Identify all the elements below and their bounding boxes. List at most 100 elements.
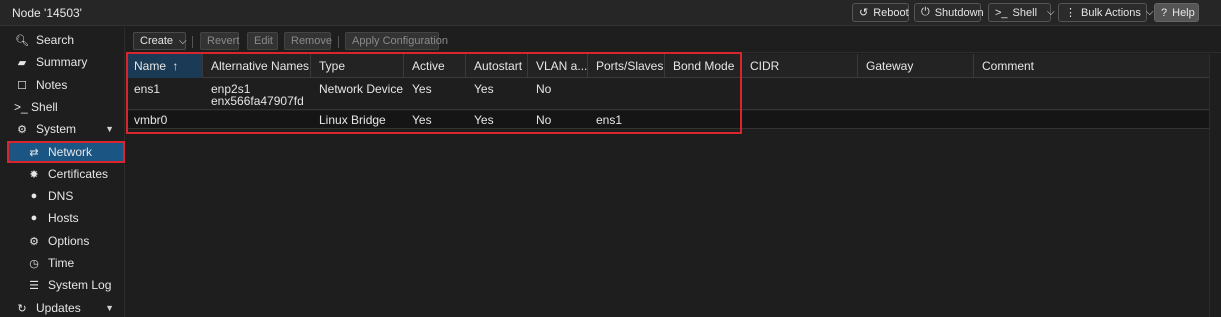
remove-button[interactable]: Remove: [284, 32, 332, 50]
sidebar-item-label: System Log: [48, 278, 112, 292]
sidebar-item-system-log[interactable]: ☰ System Log: [8, 275, 124, 295]
cell-type: Network Device: [319, 82, 404, 96]
toolbar-separator: [338, 36, 339, 48]
shutdown-label: Shutdown: [934, 6, 984, 19]
revert-button[interactable]: Revert: [200, 32, 239, 50]
sidebar-item-options[interactable]: ⚙ Options: [8, 231, 124, 251]
apply-configuration-button[interactable]: Apply Configuration: [345, 32, 448, 50]
sidebar-item-label: DNS: [48, 189, 74, 203]
table-row[interactable]: ens1 enp2s1 enx566fa47907fd Network Devi…: [126, 79, 1209, 110]
bulk-actions-button[interactable]: ⋮ Bulk Actions ⌵: [1058, 3, 1154, 22]
cell-autostart: Yes: [474, 113, 494, 127]
cell-autostart: Yes: [474, 82, 494, 96]
kebab-icon: ⋮: [1065, 7, 1076, 19]
reboot-label: Reboot: [873, 6, 909, 19]
sidebar-item-label: Network: [48, 145, 93, 159]
cell-vlan-aware: No: [536, 113, 552, 127]
create-label: Create: [140, 35, 174, 47]
sidebar-item-label: Options: [48, 234, 90, 248]
caret-down-icon[interactable]: ▼: [105, 303, 114, 313]
edit-label: Edit: [254, 35, 273, 47]
shell-button[interactable]: >_ Shell ⌵: [988, 3, 1055, 22]
column-header-ports-slaves[interactable]: Ports/Slaves: [588, 54, 665, 78]
vertical-scrollbar[interactable]: [1209, 54, 1221, 317]
top-bar: Node '14503' ↺ Reboot ⏻ Shutdown >_ Shel…: [0, 0, 1221, 26]
chevron-down-icon: ⌵: [1145, 7, 1154, 18]
cell-type: Linux Bridge: [319, 113, 386, 127]
reboot-icon: ↺: [859, 7, 869, 19]
column-header-vlan-aware[interactable]: VLAN a...: [528, 54, 588, 78]
sidebar-item-shell[interactable]: >_ Shell: [8, 97, 124, 117]
sidebar-item-label: Time: [48, 256, 75, 270]
refresh-icon: ↻: [17, 302, 27, 315]
sidebar-item-time[interactable]: ◷ Time: [8, 253, 124, 273]
edit-button[interactable]: Edit: [247, 32, 278, 50]
alt-name: enx566fa47907fd: [211, 94, 304, 108]
sort-ascending-icon: ↑: [172, 59, 179, 73]
sidebar-item-label: Summary: [36, 55, 88, 69]
cell-ports-slaves: ens1: [596, 113, 623, 127]
toolbar-separator: [192, 36, 193, 48]
question-icon: ?: [1161, 6, 1168, 19]
revert-label: Revert: [207, 35, 240, 47]
note-icon: ☐: [17, 79, 27, 92]
create-button[interactable]: Create ⌵: [133, 32, 187, 50]
column-header-alternative-names[interactable]: Alternative Names: [203, 54, 311, 78]
apply-configuration-label: Apply Configuration: [352, 35, 449, 47]
sidebar-item-label: System: [36, 122, 77, 136]
column-header-name[interactable]: Name ↑: [126, 54, 203, 78]
list-icon: ☰: [29, 279, 39, 292]
exchange-icon: ⇄: [29, 146, 39, 159]
shutdown-button[interactable]: ⏻ Shutdown: [914, 3, 984, 22]
sidebar: 🔍︎ Search ▰ Summary ☐ Notes >_ Shell ⚙ S…: [0, 27, 125, 317]
column-header-cidr[interactable]: CIDR: [742, 54, 858, 78]
reboot-button[interactable]: ↺ Reboot: [852, 3, 909, 22]
network-toolbar: Create ⌵ Revert Edit Remove Apply Config…: [126, 27, 1221, 53]
clock-icon: ◷: [29, 257, 39, 270]
book-icon: ▰: [17, 56, 27, 69]
sidebar-item-label: Search: [36, 33, 75, 47]
cell-name: ens1: [134, 82, 161, 96]
sidebar-item-hosts[interactable]: ● Hosts: [8, 208, 124, 228]
cell-active: Yes: [412, 113, 432, 127]
chevron-down-icon: ⌵: [179, 35, 187, 47]
cell-alternative-names: enp2s1 enx566fa47907fd: [203, 83, 304, 107]
sidebar-item-label: Certificates: [48, 167, 109, 181]
sidebar-item-notes[interactable]: ☐ Notes: [8, 75, 124, 95]
sidebar-item-label: >_ Shell: [14, 100, 58, 114]
cogs-icon: ⚙: [17, 123, 27, 136]
network-grid: Name ↑ Alternative Names Type Active Aut…: [126, 54, 1209, 317]
column-header-gateway[interactable]: Gateway: [858, 54, 974, 78]
remove-label: Remove: [291, 35, 332, 47]
cell-name: vmbr0: [134, 113, 168, 127]
column-header-comment[interactable]: Comment: [974, 54, 1209, 78]
column-header-type[interactable]: Type: [311, 54, 404, 78]
sidebar-item-search[interactable]: 🔍︎ Search: [8, 30, 124, 50]
column-header-autostart[interactable]: Autostart: [466, 54, 528, 78]
sidebar-item-network[interactable]: ⇄ Network: [7, 141, 125, 163]
bulk-actions-label: Bulk Actions: [1081, 6, 1141, 19]
sidebar-item-certificates[interactable]: ✸ Certificates: [8, 164, 124, 184]
sidebar-item-summary[interactable]: ▰ Summary: [8, 52, 124, 72]
certificate-icon: ✸: [29, 168, 39, 181]
terminal-icon: >_: [995, 6, 1008, 19]
sidebar-item-label: Notes: [36, 78, 68, 92]
globe-icon: ●: [30, 212, 38, 224]
grid-header: Name ↑ Alternative Names Type Active Aut…: [126, 54, 1209, 78]
table-row[interactable]: vmbr0 Linux Bridge Yes Yes No ens1: [126, 111, 1209, 129]
window-title: Node '14503': [12, 6, 82, 20]
sidebar-item-label: Hosts: [48, 211, 79, 225]
cell-vlan-aware: No: [536, 82, 552, 96]
globe-icon: ●: [30, 190, 38, 202]
chevron-down-icon[interactable]: ⌵: [1047, 7, 1055, 18]
power-icon: ⏻: [921, 6, 930, 18]
sidebar-item-dns[interactable]: ● DNS: [8, 186, 124, 206]
shell-label: Shell: [1012, 6, 1038, 19]
sidebar-item-system[interactable]: ⚙ System ▼: [8, 119, 124, 139]
column-header-bond-mode[interactable]: Bond Mode: [665, 54, 742, 78]
column-header-active[interactable]: Active: [404, 54, 466, 78]
help-button[interactable]: ? Help: [1154, 3, 1199, 22]
caret-down-icon[interactable]: ▼: [105, 124, 114, 134]
cell-active: Yes: [412, 82, 432, 96]
sidebar-item-updates[interactable]: ↻ Updates ▼: [8, 298, 124, 317]
